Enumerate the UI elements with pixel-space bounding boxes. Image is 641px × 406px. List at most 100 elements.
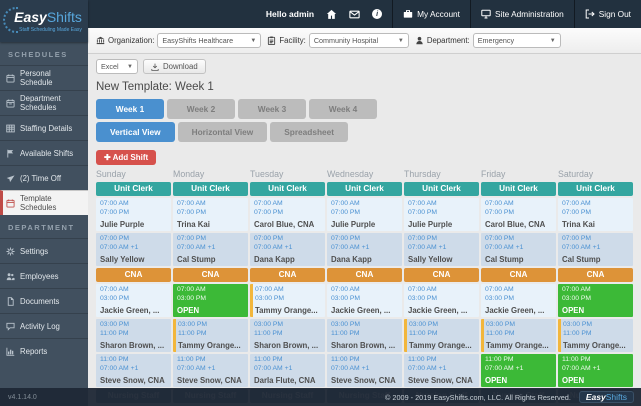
sidebar-item-label: Staffing Details [20, 124, 72, 133]
shift-card[interactable]: 07:00 AM03:00 PMOPEN [558, 284, 633, 317]
shift-card[interactable]: 07:00 PM07:00 AM +1Cal Stump [481, 233, 556, 266]
chevron-down-icon: ▼ [250, 38, 256, 44]
sidebar-item-activity-log[interactable]: Activity Log [0, 313, 88, 338]
greeting-text: Hello admin [266, 9, 314, 19]
shift-assignee: Trina Kai [562, 220, 633, 229]
facility-select[interactable]: Community Hospital▼ [309, 33, 409, 48]
my-account-button[interactable]: My Account [392, 0, 470, 28]
shift-card[interactable]: 11:00 PM07:00 AM +1Darla Flute, CNA [250, 354, 325, 387]
tab-horizontal-view[interactable]: Horizontal View [178, 122, 268, 142]
shift-start-time: 03:00 PM [254, 321, 325, 330]
shift-assignee: Julie Purple [100, 220, 171, 229]
app-logo[interactable]: EasyShifts Staff Scheduling Made Easy [0, 0, 88, 42]
facility-label: Facility: [279, 36, 305, 45]
sidebar-item-reports[interactable]: Reports [0, 338, 88, 363]
home-icon[interactable] [326, 9, 337, 20]
shift-assignee: Trina Kai [177, 220, 248, 229]
sign-out-button[interactable]: Sign Out [574, 0, 641, 28]
sidebar-item-documents[interactable]: Documents [0, 288, 88, 313]
shift-card[interactable]: 07:00 AM03:00 PMJackie Green, ... [327, 284, 402, 317]
version-text: v4.1.14.0 [0, 394, 88, 401]
shift-start-time: 07:00 PM [331, 235, 402, 244]
tab-vertical-view[interactable]: Vertical View [96, 122, 175, 142]
shift-card[interactable]: 07:00 AM07:00 PMCarol Blue, CNA [481, 198, 556, 231]
shift-card[interactable]: 11:00 PM07:00 AM +1Steve Snow, CNA [96, 354, 171, 387]
logo-sunburst-icon [3, 7, 19, 33]
department-label: Department: [427, 36, 470, 45]
shift-card[interactable]: 03:00 PM11:00 PMSharon Brown, ... [250, 319, 325, 352]
shift-card[interactable]: 07:00 PM07:00 AM +1Sally Yellow [96, 233, 171, 266]
shift-card[interactable]: 11:00 PM07:00 AM +1OPEN [558, 354, 633, 387]
shift-card[interactable]: 07:00 AM07:00 PMJulie Purple [327, 198, 402, 231]
shift-card[interactable]: 07:00 PM07:00 AM +1Cal Stump [173, 233, 248, 266]
shift-card[interactable]: 07:00 AM07:00 PMCarol Blue, CNA [250, 198, 325, 231]
shift-card[interactable]: 11:00 PM07:00 AM +1Steve Snow, CNA [327, 354, 402, 387]
info-icon[interactable]: i [372, 9, 382, 19]
shift-end-time: 11:00 PM [100, 330, 171, 339]
shift-start-time: 07:00 PM [408, 235, 479, 244]
organization-value: EasyShifts Healthcare [162, 36, 233, 45]
shift-card[interactable]: 07:00 PM07:00 AM +1Sally Yellow [404, 233, 479, 266]
sidebar-item-department-schedules[interactable]: Department Schedules [0, 90, 88, 115]
shift-card[interactable]: 11:00 PM07:00 AM +1Steve Snow, CNA [173, 354, 248, 387]
shift-card[interactable]: 03:00 PM11:00 PMSharon Brown, ... [327, 319, 402, 352]
shift-card[interactable]: 03:00 PM11:00 PMTammy Orange... [404, 319, 479, 352]
shift-assignee: Steve Snow, CNA [177, 376, 248, 385]
shift-end-time: 07:00 PM [254, 209, 325, 218]
tab-spreadsheet[interactable]: Spreadsheet [270, 122, 348, 142]
shift-card[interactable]: 03:00 PM11:00 PMTammy Orange... [481, 319, 556, 352]
download-button[interactable]: Download [143, 59, 206, 74]
sidebar-item-settings[interactable]: Settings [0, 238, 88, 263]
shift-start-time: 07:00 PM [100, 235, 171, 244]
shift-end-time: 03:00 PM [408, 295, 479, 304]
site-administration-button[interactable]: Site Administration [470, 0, 574, 28]
shift-assignee: Julie Purple [331, 220, 402, 229]
shift-card[interactable]: 07:00 AM03:00 PMOPEN [173, 284, 248, 317]
shift-assignee: Darla Flute, CNA [254, 376, 325, 385]
shift-card[interactable]: 07:00 AM03:00 PMJackie Green, ... [96, 284, 171, 317]
shift-assignee: Jackie Green, ... [331, 306, 402, 315]
day-header: Sunday [96, 169, 171, 181]
add-shift-button[interactable]: ✚ Add Shift [96, 150, 156, 165]
shift-card[interactable]: 03:00 PM11:00 PMTammy Orange... [173, 319, 248, 352]
sidebar-item-available-shifts[interactable]: Available Shifts [0, 140, 88, 165]
shift-card[interactable]: 07:00 PM07:00 AM +1Dana Kapp [250, 233, 325, 266]
sidebar-item-personal-schedule[interactable]: Personal Schedule [0, 65, 88, 90]
shift-card[interactable]: 11:00 PM07:00 AM +1OPEN [481, 354, 556, 387]
tab-week-2[interactable]: Week 2 [167, 99, 235, 119]
shift-card[interactable]: 07:00 AM07:00 PMTrina Kai [558, 198, 633, 231]
department-select[interactable]: Emergency▼ [473, 33, 561, 48]
sidebar-section-schedules: SCHEDULES [0, 42, 88, 65]
shift-assignee: Cal Stump [177, 255, 248, 264]
sidebar-item-template-schedules[interactable]: Template Schedules [0, 190, 88, 215]
organization-select[interactable]: EasyShifts Healthcare ▼ [157, 33, 261, 48]
export-format-select[interactable]: Excel▼ [96, 59, 138, 74]
sidebar-item-time-off[interactable]: (2) Time Off [0, 165, 88, 190]
shift-card[interactable]: 07:00 PM07:00 AM +1Cal Stump [558, 233, 633, 266]
shift-card[interactable]: 03:00 PM11:00 PMSharon Brown, ... [96, 319, 171, 352]
users-icon [6, 272, 15, 281]
role-header: Unit Clerk [327, 182, 402, 196]
sidebar-item-employees[interactable]: Employees [0, 263, 88, 288]
shift-card[interactable]: 07:00 AM07:00 PMJulie Purple [404, 198, 479, 231]
shift-card[interactable]: 07:00 AM07:00 PMJulie Purple [96, 198, 171, 231]
logo-easy: Easy [14, 9, 47, 25]
shift-card[interactable]: 07:00 AM03:00 PMTammy Orange... [250, 284, 325, 317]
shift-card[interactable]: 07:00 AM03:00 PMJackie Green, ... [404, 284, 479, 317]
tab-week-4[interactable]: Week 4 [309, 99, 377, 119]
shift-card[interactable]: 11:00 PM07:00 AM +1Steve Snow, CNA [404, 354, 479, 387]
shift-end-time: 07:00 AM +1 [254, 244, 325, 253]
tab-week-3[interactable]: Week 3 [238, 99, 306, 119]
mail-icon[interactable] [349, 9, 360, 20]
plane-icon [6, 174, 15, 183]
shift-card[interactable]: 07:00 AM03:00 PMJackie Green, ... [481, 284, 556, 317]
shift-card[interactable]: 03:00 PM11:00 PMTammy Orange... [558, 319, 633, 352]
sidebar-item-staffing-details[interactable]: Staffing Details [0, 115, 88, 140]
sidebar-item-label: (2) Time Off [20, 174, 61, 183]
shift-card[interactable]: 07:00 AM07:00 PMTrina Kai [173, 198, 248, 231]
shift-start-time: 07:00 PM [254, 235, 325, 244]
shift-end-time: 03:00 PM [562, 295, 633, 304]
shift-assignee: Carol Blue, CNA [254, 220, 325, 229]
shift-card[interactable]: 07:00 PM07:00 AM +1Dana Kapp [327, 233, 402, 266]
tab-week-1[interactable]: Week 1 [96, 99, 164, 119]
